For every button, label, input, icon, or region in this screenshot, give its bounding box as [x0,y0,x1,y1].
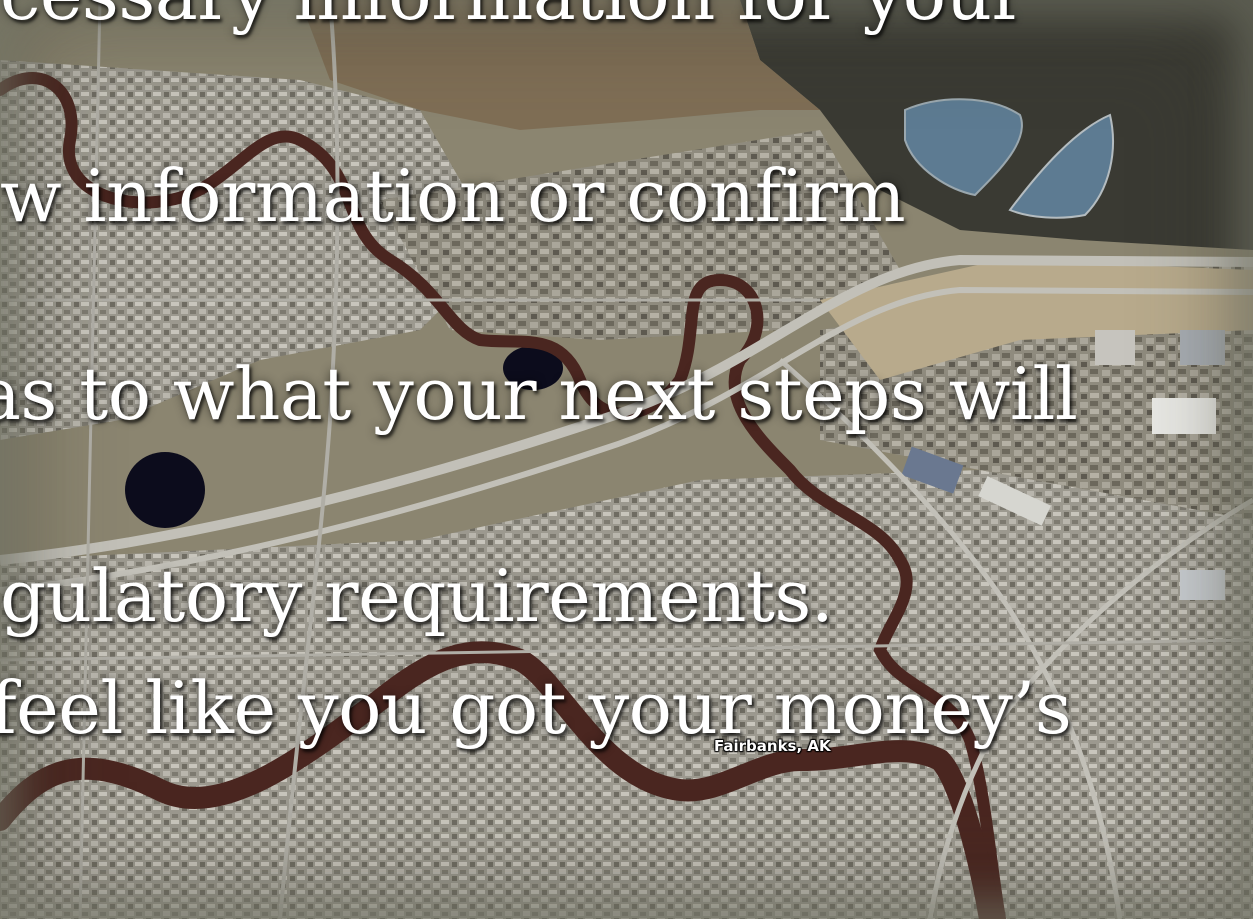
building [1180,330,1225,365]
slide-text-line-5: feel like you got your money’s [0,666,1072,750]
slide-text-line-3: as to what your next steps will [0,352,1078,436]
slide-text-line-4: gulatory requirements. [0,554,834,638]
building [1180,570,1225,600]
slide-text-line-2: w information or confirm [0,154,906,238]
building [1095,330,1135,365]
satellite-map[interactable] [0,0,1253,919]
dark-pond-1 [125,452,205,528]
slide-text-line-1: cessary information for your [0,0,1026,30]
building [1152,398,1216,434]
map-place-label: Fairbanks, AK [714,737,831,755]
slide-background: cessary information for your w informati… [0,0,1253,919]
